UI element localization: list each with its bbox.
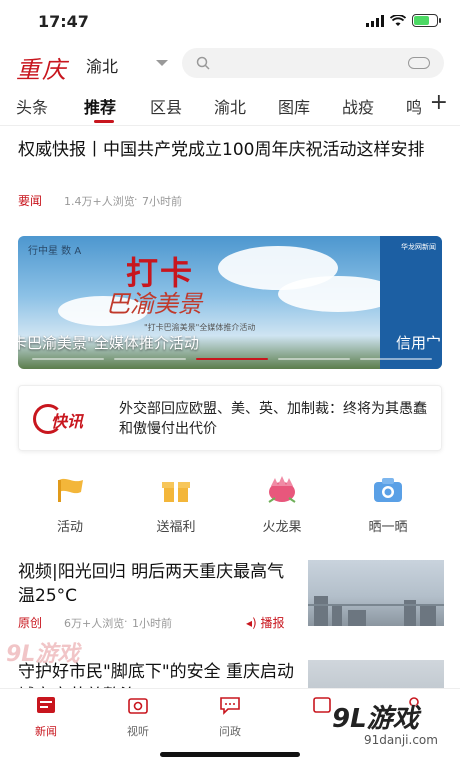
banner-subtitle: 巴渝美景	[106, 290, 202, 318]
flash-text: 外交部回应欧盟、美、英、加制裁：终将为其愚蠢和傲慢付出代价	[119, 401, 427, 437]
watermark-badge: 9L游戏 91danji.com	[332, 704, 438, 747]
nav-news[interactable]: 新闻	[16, 695, 76, 739]
gift-icon	[162, 482, 190, 502]
nav-video[interactable]: 视听	[108, 695, 168, 739]
message-icon	[220, 697, 240, 715]
app-header: 重庆 渝北	[0, 44, 460, 84]
flash-news-card[interactable]: 快讯 外交部回应欧盟、美、英、加制裁：终将为其愚蠢和傲慢付出代价	[18, 385, 442, 451]
news-title[interactable]: 视频|阳光回归 明后两天重庆最高气温25°C	[18, 560, 298, 608]
search-input[interactable]	[182, 48, 444, 78]
speaker-icon: ◂)	[246, 616, 257, 630]
status-time: 17:47	[38, 12, 89, 31]
tab-districts[interactable]: 区县	[150, 94, 182, 118]
quick-gift[interactable]: 送福利	[136, 476, 216, 535]
channel-tabs: 头条 推荐 区县 渝北 图库 战疫 鸣 +	[0, 84, 460, 126]
app-logo: 重庆	[16, 56, 68, 84]
active-tab-indicator	[94, 120, 114, 123]
tab-gallery[interactable]: 图库	[278, 94, 310, 118]
news-thumbnail[interactable]	[308, 560, 444, 626]
quick-dragonfruit[interactable]: 火龙果	[242, 476, 322, 535]
quick-activity[interactable]: 活动	[30, 476, 110, 535]
news-title[interactable]: 权威快报丨中国共产党成立100周年庆祝活动这样安排	[18, 138, 446, 162]
status-icons	[366, 14, 441, 27]
carousel-indicator	[18, 358, 442, 362]
news-time: 1小时前	[132, 617, 172, 630]
banner-caption-next: 信用宀	[396, 334, 442, 352]
camera-icon	[374, 478, 402, 502]
banner-caption: 卡巴渝美景"全媒体推介活动	[18, 334, 199, 352]
news-time: 7小时前	[142, 195, 182, 208]
banner-carousel[interactable]: 行中星 数 A 打卡 巴渝美景 "打卡巴渝美景"全媒体推介活动 华龙网新闻 卡巴…	[18, 236, 442, 369]
news-tag: 原创	[18, 616, 43, 630]
tab-more-partial[interactable]: 鸣	[406, 94, 422, 118]
news-views: 6万+人浏览	[64, 617, 125, 630]
quick-share-photo[interactable]: 晒一晒	[348, 476, 428, 535]
search-icon	[196, 56, 210, 70]
news-tag: 要闻	[18, 194, 43, 208]
chevron-down-icon[interactable]	[156, 60, 168, 66]
watermark-logo: 9L游戏	[6, 642, 80, 667]
tab-toutiao[interactable]: 头条	[16, 94, 48, 118]
service-icon	[313, 697, 331, 713]
wifi-icon	[390, 14, 406, 26]
nav-inquiry[interactable]: 问政	[200, 695, 260, 739]
video-icon	[128, 698, 148, 714]
tab-epidemic[interactable]: 战疫	[342, 94, 374, 118]
add-channel-icon[interactable]: +	[430, 90, 448, 115]
tab-recommend[interactable]: 推荐	[84, 94, 116, 118]
status-bar: 17:47	[0, 0, 460, 44]
voice-icon[interactable]	[408, 57, 430, 69]
audio-broadcast-button[interactable]: ◂) 播报	[246, 614, 285, 631]
news-views: 1.4万+人浏览	[64, 195, 135, 208]
news-icon	[37, 697, 55, 713]
home-indicator	[160, 752, 300, 757]
quick-entry-row: 活动 送福利 火龙果 晒一晒	[0, 476, 460, 536]
flash-badge: 快讯	[33, 404, 105, 434]
flag-icon	[58, 478, 83, 502]
dragonfruit-icon	[268, 476, 296, 503]
city-selector[interactable]: 渝北	[86, 53, 118, 77]
battery-icon	[412, 14, 441, 27]
signal-icon	[366, 14, 384, 27]
banner-top-text: 行中星 数 A	[28, 246, 82, 257]
tab-yubei[interactable]: 渝北	[214, 94, 246, 118]
